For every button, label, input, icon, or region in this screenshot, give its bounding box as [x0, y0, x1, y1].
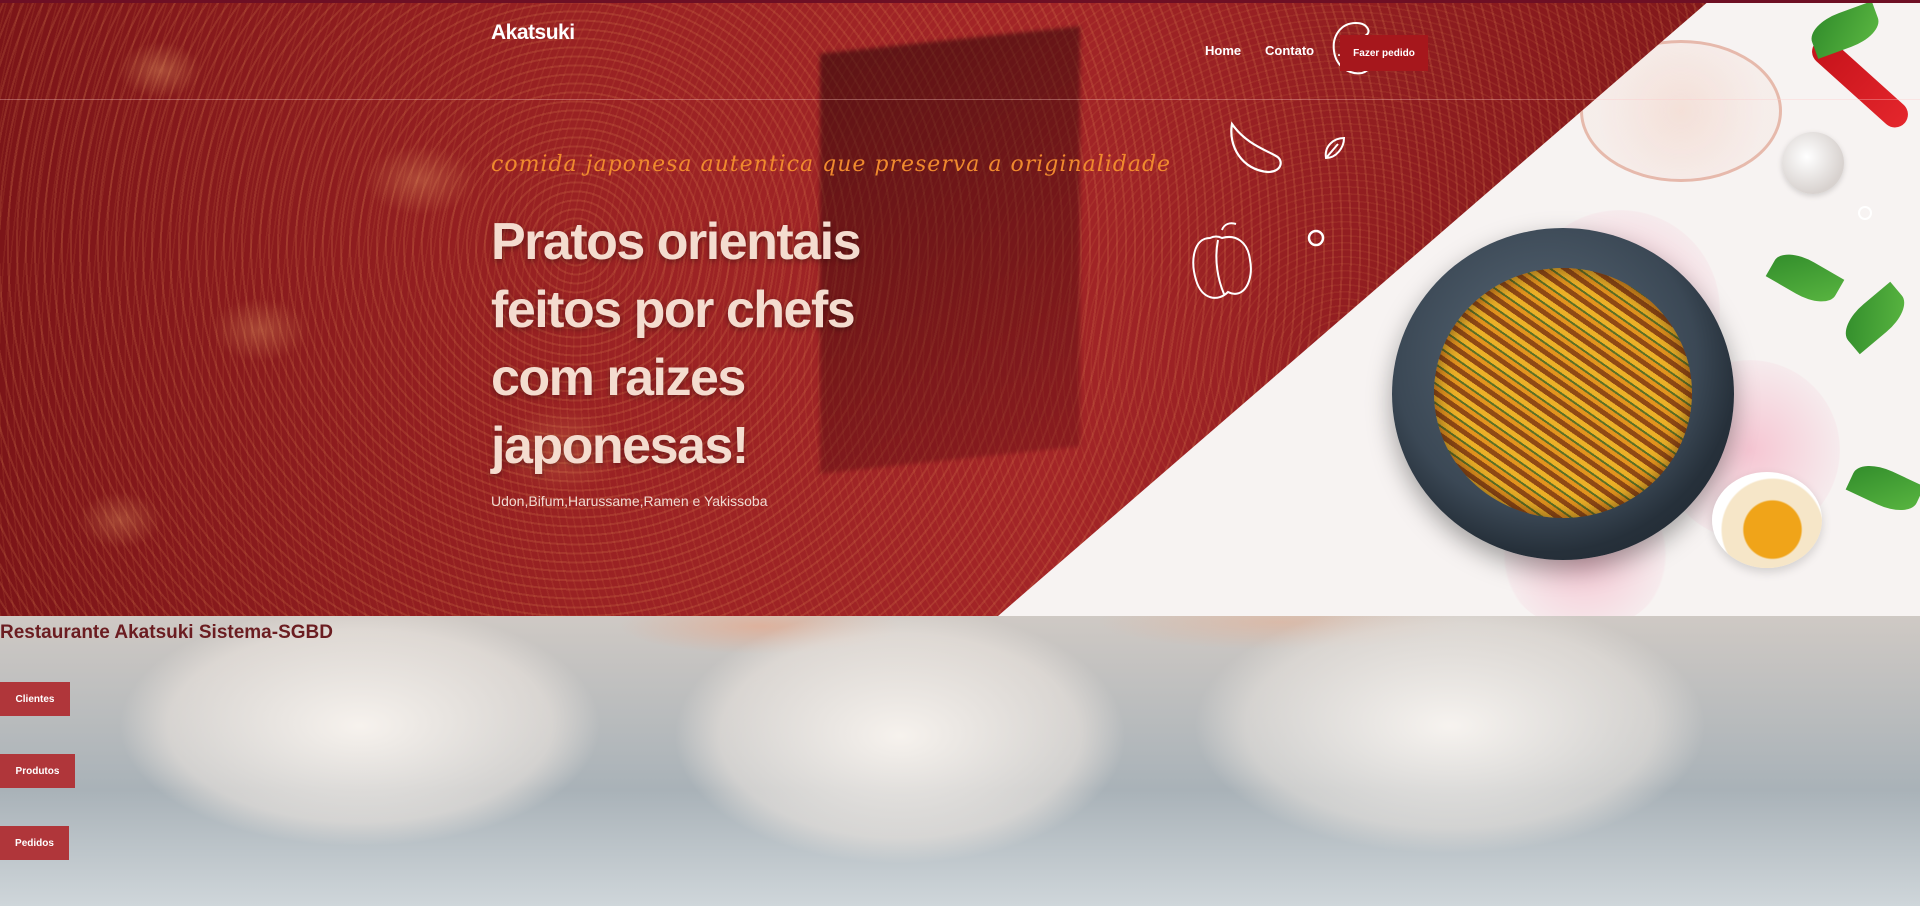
- sauce-dish-image: [1712, 472, 1822, 568]
- pedidos-button[interactable]: Pedidos: [0, 826, 69, 860]
- order-button[interactable]: Fazer pedido: [1340, 35, 1428, 71]
- noodles-image: [1434, 268, 1692, 518]
- nav-link-contato[interactable]: Contato: [1265, 43, 1314, 58]
- leaf-doodle-icon: [1324, 136, 1346, 160]
- herb-leaf-image: [1765, 244, 1845, 312]
- clientes-button[interactable]: Clientes: [0, 682, 70, 716]
- circle-doodle-icon: [1307, 229, 1325, 247]
- circle-doodle-icon: [1858, 206, 1872, 220]
- yakissoba-bowl-image: [1392, 228, 1734, 560]
- system-title: Restaurante Akatsuki Sistema-SGBD: [0, 622, 333, 643]
- top-navbar: Akatsuki Home Contato Fazer pedido: [0, 0, 1920, 100]
- nav-link-home[interactable]: Home: [1205, 43, 1241, 58]
- hero-headline: Pratos orientais feitos por chefs com ra…: [491, 213, 862, 475]
- page: Akatsuki Home Contato Fazer pedido comid…: [0, 0, 1920, 906]
- produtos-button[interactable]: Produtos: [0, 754, 75, 788]
- system-section: Restaurante Akatsuki Sistema-SGBD Client…: [0, 616, 1920, 906]
- hero-tagline: comida japonesa autentica que preserva a…: [491, 152, 1172, 177]
- brand-logo[interactable]: Akatsuki: [491, 21, 575, 45]
- garlic-doodle-icon: [1230, 121, 1282, 174]
- garlic-image: [1782, 132, 1844, 194]
- herb-leaf-image: [1845, 456, 1920, 520]
- pepper-doodle-icon: [1192, 222, 1252, 299]
- hero-subtitle: Udon,Bifum,Harussame,Ramen e Yakissoba: [491, 493, 768, 509]
- herb-leaf-image: [1836, 281, 1914, 355]
